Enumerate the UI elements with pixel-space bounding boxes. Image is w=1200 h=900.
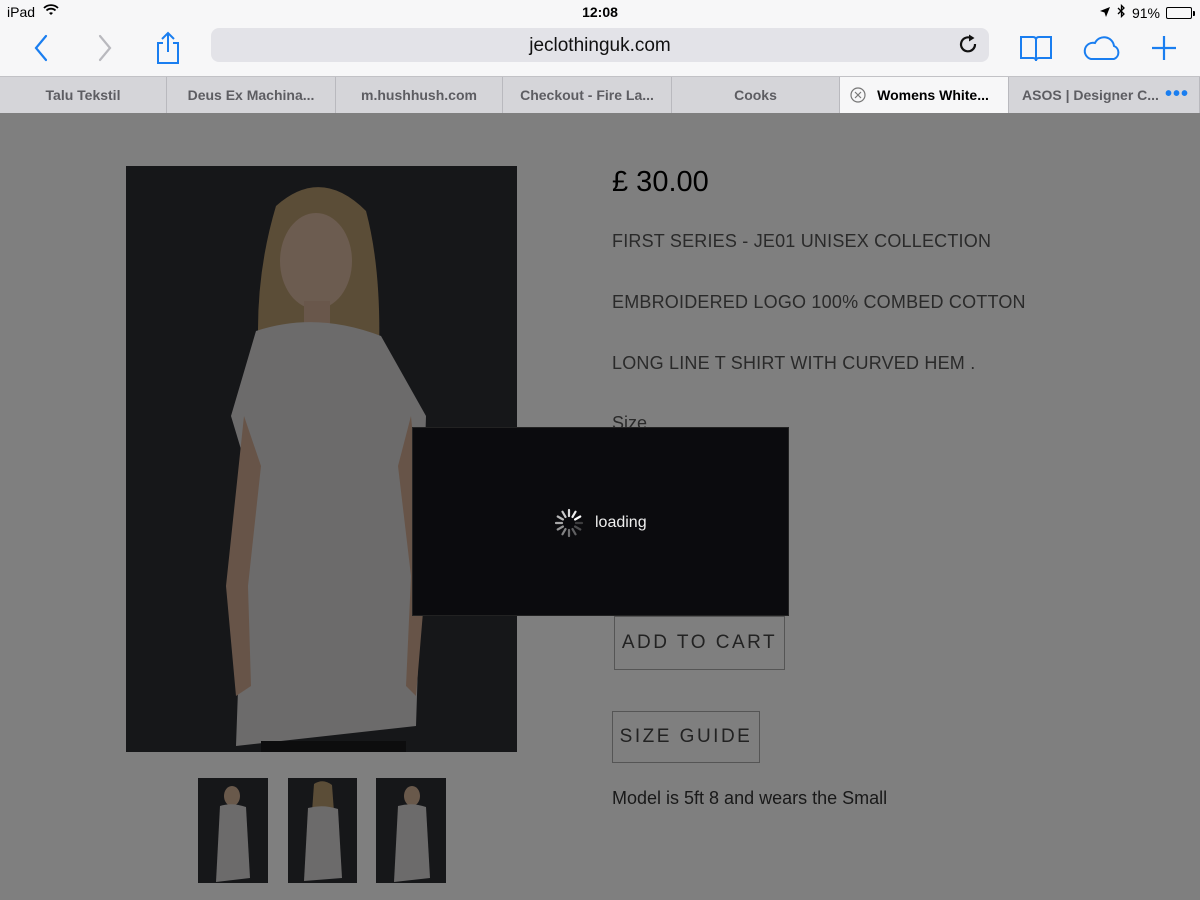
tab-deus-ex-machina[interactable]: Deus Ex Machina... [167,77,336,113]
chevron-left-icon [33,34,49,67]
browser-toolbar: jeclothinguk.com [0,24,1200,76]
more-icon[interactable]: ••• [1165,84,1189,104]
location-icon [1099,5,1111,21]
tab-bar: Talu Tekstil Deus Ex Machina... m.hushhu… [0,76,1200,113]
battery-percent: 91% [1131,4,1160,21]
tab-label: ASOS | Designer C... [1022,87,1159,103]
back-button[interactable] [19,28,63,72]
tab-label: Deus Ex Machina... [187,87,315,103]
url-text: jeclothinguk.com [529,35,671,56]
loading-text: loading [595,514,647,531]
new-tab-button[interactable] [1142,28,1186,72]
device-name: iPad [7,4,36,20]
tab-label: m.hushhush.com [361,87,477,103]
tab-hushhush[interactable]: m.hushhush.com [336,77,503,113]
icloud-tabs-button[interactable] [1080,28,1124,72]
share-button[interactable] [146,28,190,72]
bookmarks-button[interactable] [1014,28,1058,72]
tab-womens-white[interactable]: Womens White... [840,77,1009,113]
book-icon [1019,33,1053,68]
share-icon [155,31,181,70]
status-time: 12:08 [582,4,618,20]
wifi-icon [42,3,60,20]
reload-icon[interactable] [957,33,981,57]
spinner-icon [554,508,584,538]
tab-cooks[interactable]: Cooks [672,77,840,113]
bluetooth-icon [1117,3,1126,21]
tab-label: Cooks [734,87,777,103]
loading-dialog: loading [412,427,789,616]
address-bar[interactable]: jeclothinguk.com [211,28,989,62]
tab-talu-tekstil[interactable]: Talu Tekstil [0,77,167,113]
plus-icon [1150,34,1178,67]
tab-label: Talu Tekstil [45,87,121,103]
cloud-icon [1081,34,1123,67]
tab-label: Womens White... [877,87,989,103]
close-circle-icon[interactable] [850,87,866,103]
tab-checkout[interactable]: Checkout - Fire La... [503,77,672,113]
status-right: 91% [1099,3,1195,21]
tab-asos[interactable]: ASOS | Designer C... ••• [1009,77,1200,113]
tab-label: Checkout - Fire La... [520,87,654,103]
forward-button[interactable] [83,28,127,72]
battery-icon [1166,6,1195,19]
status-bar: iPad 12:08 91% [0,0,1200,24]
chevron-right-icon [97,34,113,67]
